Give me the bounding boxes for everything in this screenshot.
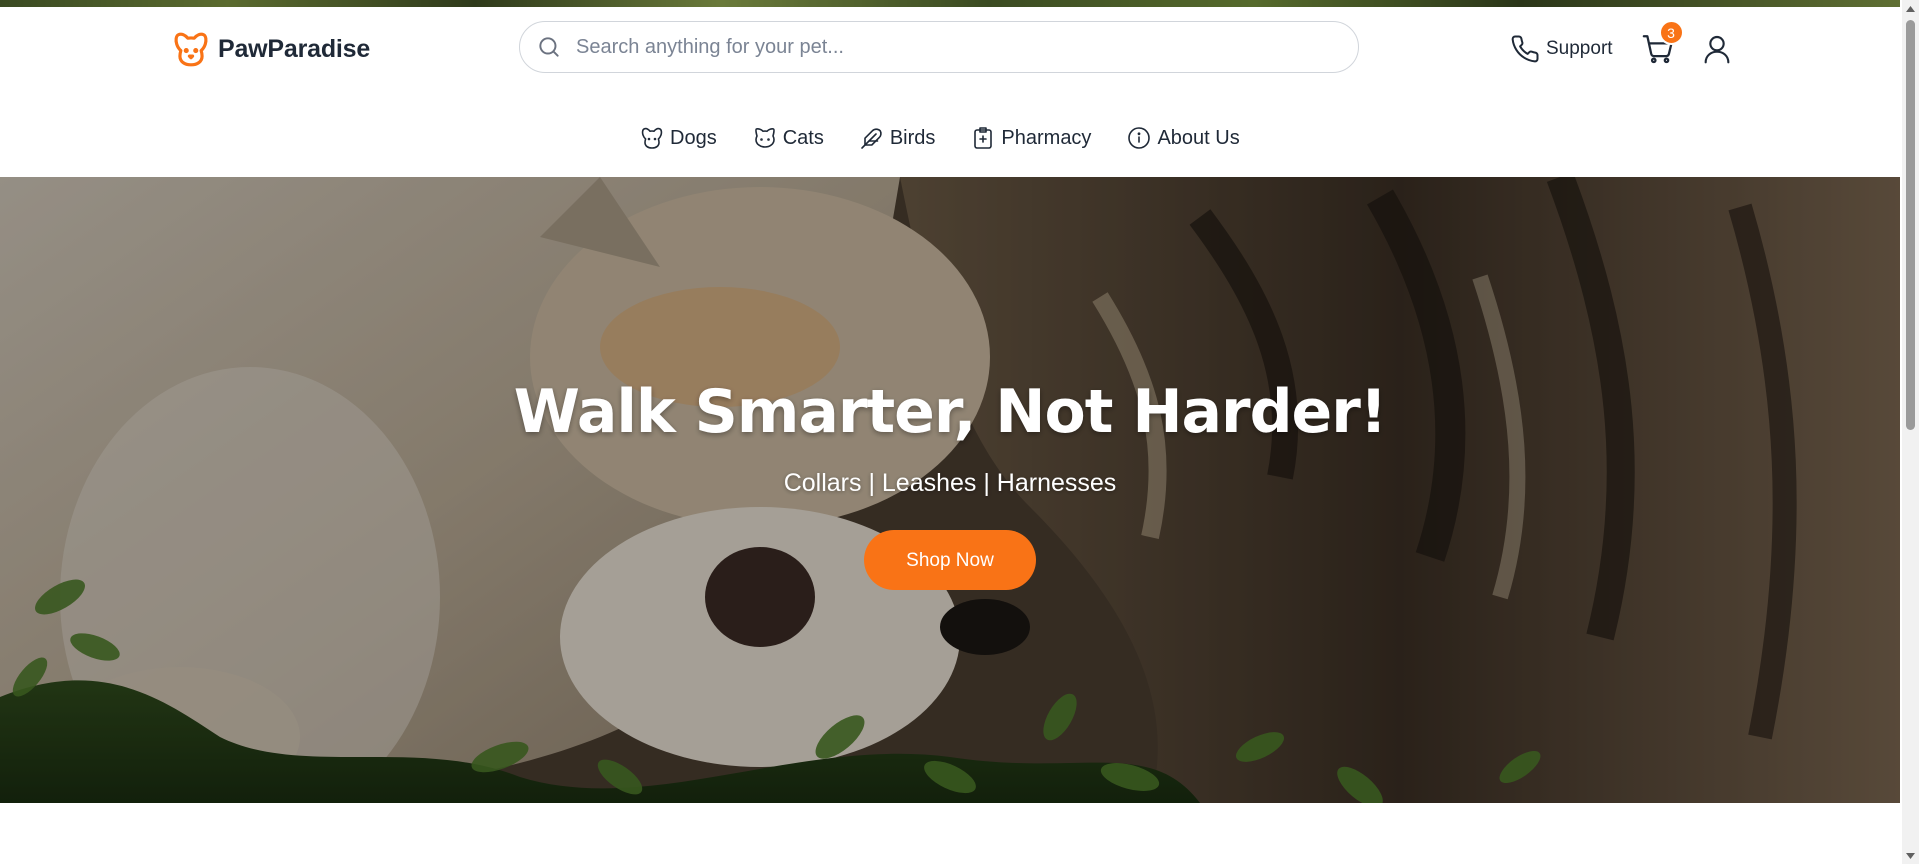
- site-header: PawParadise Support: [0, 7, 1900, 177]
- nav-item-cats[interactable]: Cats: [753, 126, 824, 150]
- top-image-strip: [0, 0, 1900, 7]
- scrollbar-thumb[interactable]: [1906, 20, 1915, 430]
- hero-banner: Walk Smarter, Not Harder! Collars | Leas…: [0, 177, 1900, 803]
- nav-label-birds: Birds: [889, 126, 936, 149]
- header-actions: Support 3: [1510, 20, 1733, 69]
- page-scrollbar[interactable]: [1902, 0, 1919, 864]
- brand-name: PawParadise: [218, 34, 371, 63]
- account-button[interactable]: [1701, 32, 1733, 66]
- search-input[interactable]: [574, 34, 1334, 60]
- pharmacy-icon: [971, 126, 995, 150]
- scroll-down-arrow-icon[interactable]: [1902, 847, 1919, 864]
- search-icon: [536, 34, 562, 60]
- dog-face-icon: [172, 30, 210, 68]
- phone-icon: [1510, 34, 1540, 64]
- bird-icon: [860, 126, 884, 150]
- cat-icon: [753, 126, 777, 150]
- nav-item-about-us[interactable]: About Us: [1127, 126, 1240, 150]
- nav-label-about-us: About Us: [1157, 126, 1240, 149]
- dog-icon: [640, 126, 664, 150]
- support-link[interactable]: Support: [1510, 34, 1613, 64]
- hero-content: Walk Smarter, Not Harder! Collars | Leas…: [0, 377, 1900, 590]
- hero-subtitle: Collars | Leashes | Harnesses: [783, 469, 1117, 497]
- shop-now-button[interactable]: Shop Now: [864, 530, 1036, 590]
- category-nav: Dogs Cats Birds Pharmacy About Us: [640, 119, 1240, 157]
- user-icon: [1701, 32, 1733, 66]
- hero-title: Walk Smarter, Not Harder!: [513, 377, 1387, 447]
- brand-logo-link[interactable]: PawParadise: [172, 29, 370, 69]
- nav-item-dogs[interactable]: Dogs: [640, 126, 717, 150]
- scroll-up-arrow-icon[interactable]: [1902, 0, 1919, 17]
- search-bar: [519, 21, 1359, 73]
- nav-label-dogs: Dogs: [670, 126, 717, 149]
- cart-count-badge: 3: [1658, 20, 1684, 45]
- nav-label-cats: Cats: [782, 126, 824, 149]
- support-label: Support: [1546, 38, 1613, 59]
- cart-button[interactable]: 3: [1641, 20, 1684, 66]
- nav-item-pharmacy[interactable]: Pharmacy: [971, 126, 1091, 150]
- nav-label-pharmacy: Pharmacy: [1001, 126, 1092, 149]
- info-icon: [1127, 126, 1151, 150]
- nav-item-birds[interactable]: Birds: [860, 126, 936, 150]
